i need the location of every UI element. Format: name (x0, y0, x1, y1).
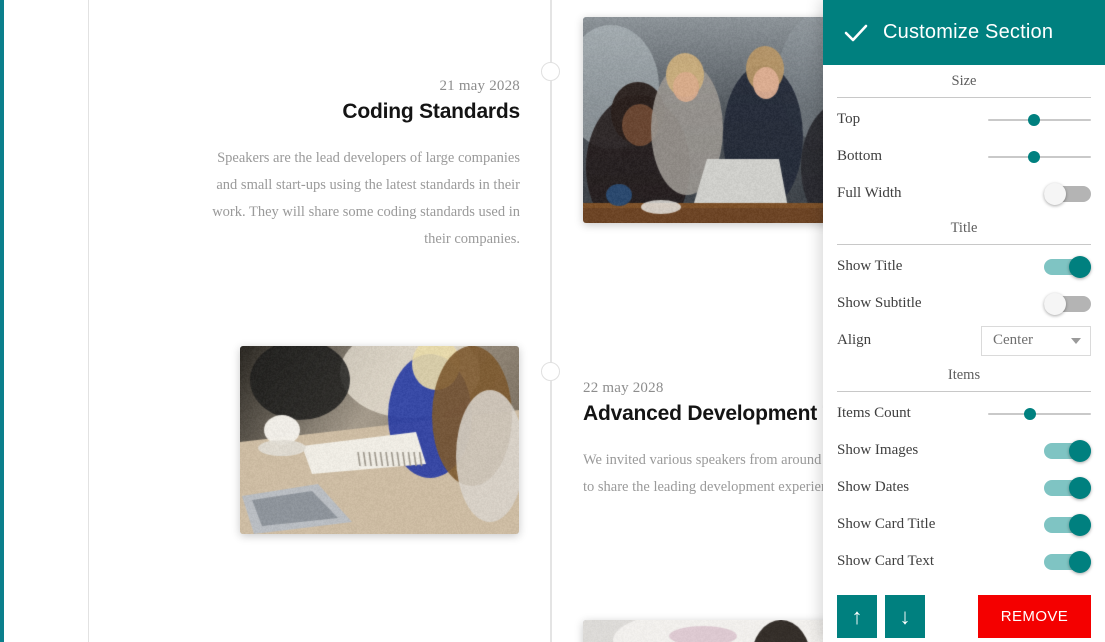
setting-row: Bottom (837, 138, 1091, 175)
setting-row: Align Center (837, 322, 1091, 359)
toggle-knob[interactable] (1069, 440, 1091, 462)
section-divider (837, 391, 1091, 392)
setting-row: Show Images (837, 432, 1091, 469)
move-section-down-button[interactable]: ↓ (885, 595, 925, 638)
screen: 21 may 2028 Coding Standards Speakers ar… (0, 0, 1105, 642)
setting-label: Show Dates (837, 479, 909, 496)
section-divider (837, 97, 1091, 98)
select-align[interactable]: Center (981, 326, 1091, 356)
setting-row: Show Title (837, 248, 1091, 285)
panel-title: Customize Section (883, 21, 1053, 44)
toggle-show-subtitle[interactable] (1044, 293, 1091, 315)
setting-label: Full Width (837, 185, 902, 202)
slider-thumb[interactable] (1024, 408, 1036, 420)
toggle-knob[interactable] (1069, 477, 1091, 499)
toggle-knob[interactable] (1069, 256, 1091, 278)
toggle-show-card-text[interactable] (1044, 551, 1091, 573)
timeline-node (541, 362, 560, 381)
toggle-full-width[interactable] (1044, 183, 1091, 205)
slider-thumb[interactable] (1028, 114, 1040, 126)
setting-label: Show Images (837, 442, 918, 459)
setting-row: Full Width (837, 175, 1091, 212)
setting-label: Show Card Title (837, 516, 935, 533)
setting-row: Show Dates (837, 469, 1091, 506)
panel-header: Customize Section (823, 0, 1105, 65)
customize-section-panel: Customize Section Size Top Bottom Full Widt… (823, 0, 1105, 642)
timeline-axis (550, 0, 552, 642)
entry-image (240, 346, 519, 534)
section-divider (837, 244, 1091, 245)
select-value: Center (993, 332, 1033, 349)
setting-row: Items Count (837, 395, 1091, 432)
toggle-show-dates[interactable] (1044, 477, 1091, 499)
setting-label: Align (837, 332, 871, 349)
setting-row: Top (837, 101, 1091, 138)
setting-row: Show Card Title (837, 506, 1091, 543)
check-icon[interactable] (839, 16, 873, 50)
toggle-knob[interactable] (1044, 183, 1066, 205)
section-heading: Items (837, 359, 1091, 391)
toggle-show-images[interactable] (1044, 440, 1091, 462)
panel-footer: ↑ ↓ REMOVE (823, 595, 1105, 642)
toggle-show-card-title[interactable] (1044, 514, 1091, 536)
setting-row: Show Subtitle (837, 285, 1091, 322)
setting-label: Show Card Text (837, 553, 934, 570)
panel-body: Size Top Bottom Full Width Title Show Title Sh… (823, 65, 1105, 595)
left-accent-bar (0, 0, 4, 642)
slider-bottom[interactable] (988, 149, 1091, 165)
timeline-node (541, 62, 560, 81)
timeline-entry[interactable]: 21 may 2028 Coding Standards Speakers ar… (200, 78, 520, 253)
canvas-left-divider (88, 0, 89, 642)
entry-title: Coding Standards (200, 99, 520, 126)
remove-section-button[interactable]: REMOVE (978, 595, 1091, 638)
setting-row: Show Card Text (837, 543, 1091, 580)
entry-body: Speakers are the lead developers of larg… (200, 145, 520, 253)
toggle-knob[interactable] (1044, 293, 1066, 315)
chevron-down-icon (1071, 338, 1081, 344)
toggle-show-title[interactable] (1044, 256, 1091, 278)
slider-top[interactable] (988, 112, 1091, 128)
slider-items-count[interactable] (988, 406, 1091, 422)
toggle-knob[interactable] (1069, 551, 1091, 573)
setting-label: Items Count (837, 405, 911, 422)
setting-label: Show Title (837, 258, 902, 275)
setting-label: Show Subtitle (837, 295, 922, 312)
toggle-knob[interactable] (1069, 514, 1091, 536)
section-heading: Title (837, 212, 1091, 244)
slider-track (988, 413, 1091, 415)
move-section-up-button[interactable]: ↑ (837, 595, 877, 638)
entry-date: 21 may 2028 (200, 78, 520, 95)
section-heading: Size (837, 65, 1091, 97)
setting-label: Top (837, 111, 860, 128)
slider-thumb[interactable] (1028, 151, 1040, 163)
setting-label: Bottom (837, 148, 882, 165)
